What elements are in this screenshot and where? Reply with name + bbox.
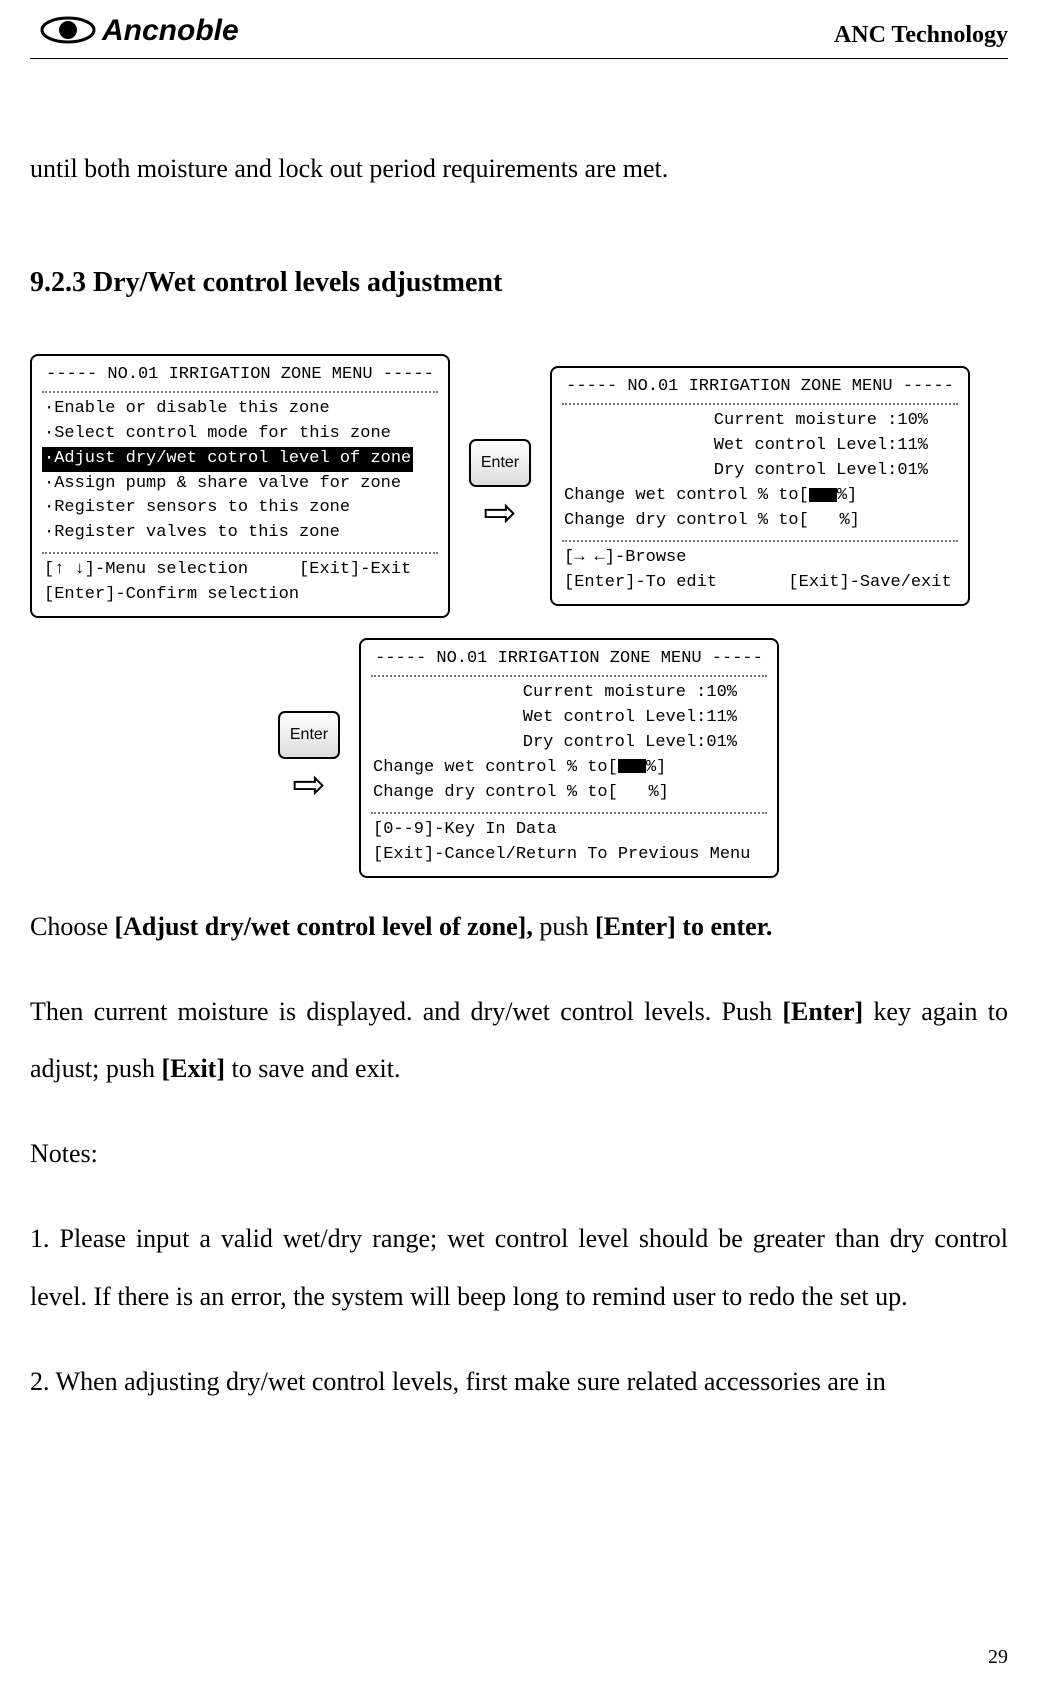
input-cursor-icon: [618, 759, 646, 773]
screen-footer: [Exit]-Cancel/Return To Previous Menu: [371, 843, 767, 868]
wet-level-line: Wet control Level:11%: [371, 706, 767, 731]
page-header: Ancnoble ANC Technology: [30, 0, 1008, 70]
screen-footer: [Enter]-Confirm selection: [42, 583, 438, 608]
menu-item: ·Select control mode for this zone: [42, 422, 438, 447]
bold-text: [Adjust dry/wet control level of zone],: [115, 912, 533, 941]
brand-text: Ancnoble: [101, 14, 239, 47]
screen-menu: ----- NO.01 IRRIGATION ZONE MENU ----- ·…: [30, 354, 450, 618]
change-wet-line: Change wet control % to[%]: [562, 484, 958, 509]
header-rule: [30, 58, 1008, 59]
screen-title: ----- NO.01 IRRIGATION ZONE MENU -----: [371, 646, 767, 677]
screen-footer: [↑ ↓]-Menu selection [Exit]-Exit: [42, 558, 438, 583]
screen-levels-view: ----- NO.01 IRRIGATION ZONE MENU ----- C…: [550, 366, 970, 606]
change-dry-line: Change dry control % to[ %]: [371, 781, 767, 806]
change-dry-line: Change dry control % to[ %]: [562, 509, 958, 534]
screens-row-2: Enter ⇨ ----- NO.01 IRRIGATION ZONE MENU…: [30, 638, 1008, 878]
intro-paragraph: until both moisture and lock out period …: [30, 140, 1008, 197]
screen-title: ----- NO.01 IRRIGATION ZONE MENU -----: [562, 374, 958, 405]
instruction-paragraph: Then current moisture is displayed. and …: [30, 983, 1008, 1097]
moisture-line: Current moisture :10%: [371, 681, 767, 706]
page-number: 29: [988, 1646, 1008, 1669]
header-company: ANC Technology: [834, 22, 1008, 49]
brand-logo: Ancnoble: [40, 6, 270, 54]
note-item: 2. When adjusting dry/wet control levels…: [30, 1353, 1008, 1410]
input-cursor-icon: [809, 488, 837, 502]
screen-footer: [→ ←]-Browse: [562, 546, 958, 571]
enter-indicator: Enter ⇨: [450, 439, 550, 532]
menu-item: ·Register sensors to this zone: [42, 496, 438, 521]
screen-levels-edit: ----- NO.01 IRRIGATION ZONE MENU ----- C…: [359, 638, 779, 878]
enter-key-icon: Enter: [469, 439, 531, 486]
dry-level-line: Dry control Level:01%: [371, 731, 767, 756]
bold-text: [Enter]: [782, 997, 863, 1026]
menu-item: ·Assign pump & share valve for zone: [42, 472, 438, 497]
menu-item: ·Enable or disable this zone: [42, 397, 438, 422]
enter-indicator: Enter ⇨: [259, 711, 359, 804]
note-item: 1. Please input a valid wet/dry range; w…: [30, 1210, 1008, 1324]
bold-text: [Exit]: [161, 1054, 225, 1083]
screen-footer: [0--9]-Key In Data: [371, 818, 767, 843]
moisture-line: Current moisture :10%: [562, 409, 958, 434]
arrow-right-icon: ⇨: [259, 765, 359, 805]
change-wet-line: Change wet control % to[%]: [371, 756, 767, 781]
section-heading: 9.2.3 Dry/Wet control levels adjustment: [30, 252, 1008, 314]
screen-footer: [Enter]-To edit [Exit]-Save/exit: [562, 571, 958, 596]
bold-text: [Enter] to enter.: [595, 912, 772, 941]
menu-item: ·Register valves to this zone: [42, 521, 438, 546]
instruction-paragraph: Choose [Adjust dry/wet control level of …: [30, 898, 1008, 955]
enter-key-icon: Enter: [278, 711, 340, 758]
arrow-right-icon: ⇨: [450, 493, 550, 533]
notes-label: Notes:: [30, 1125, 1008, 1182]
dry-level-line: Dry control Level:01%: [562, 459, 958, 484]
screen-title: ----- NO.01 IRRIGATION ZONE MENU -----: [42, 362, 438, 393]
screens-row-1: ----- NO.01 IRRIGATION ZONE MENU ----- ·…: [30, 354, 1008, 618]
wet-level-line: Wet control Level:11%: [562, 434, 958, 459]
menu-item-selected: ·Adjust dry/wet cotrol level of zone: [42, 447, 413, 472]
